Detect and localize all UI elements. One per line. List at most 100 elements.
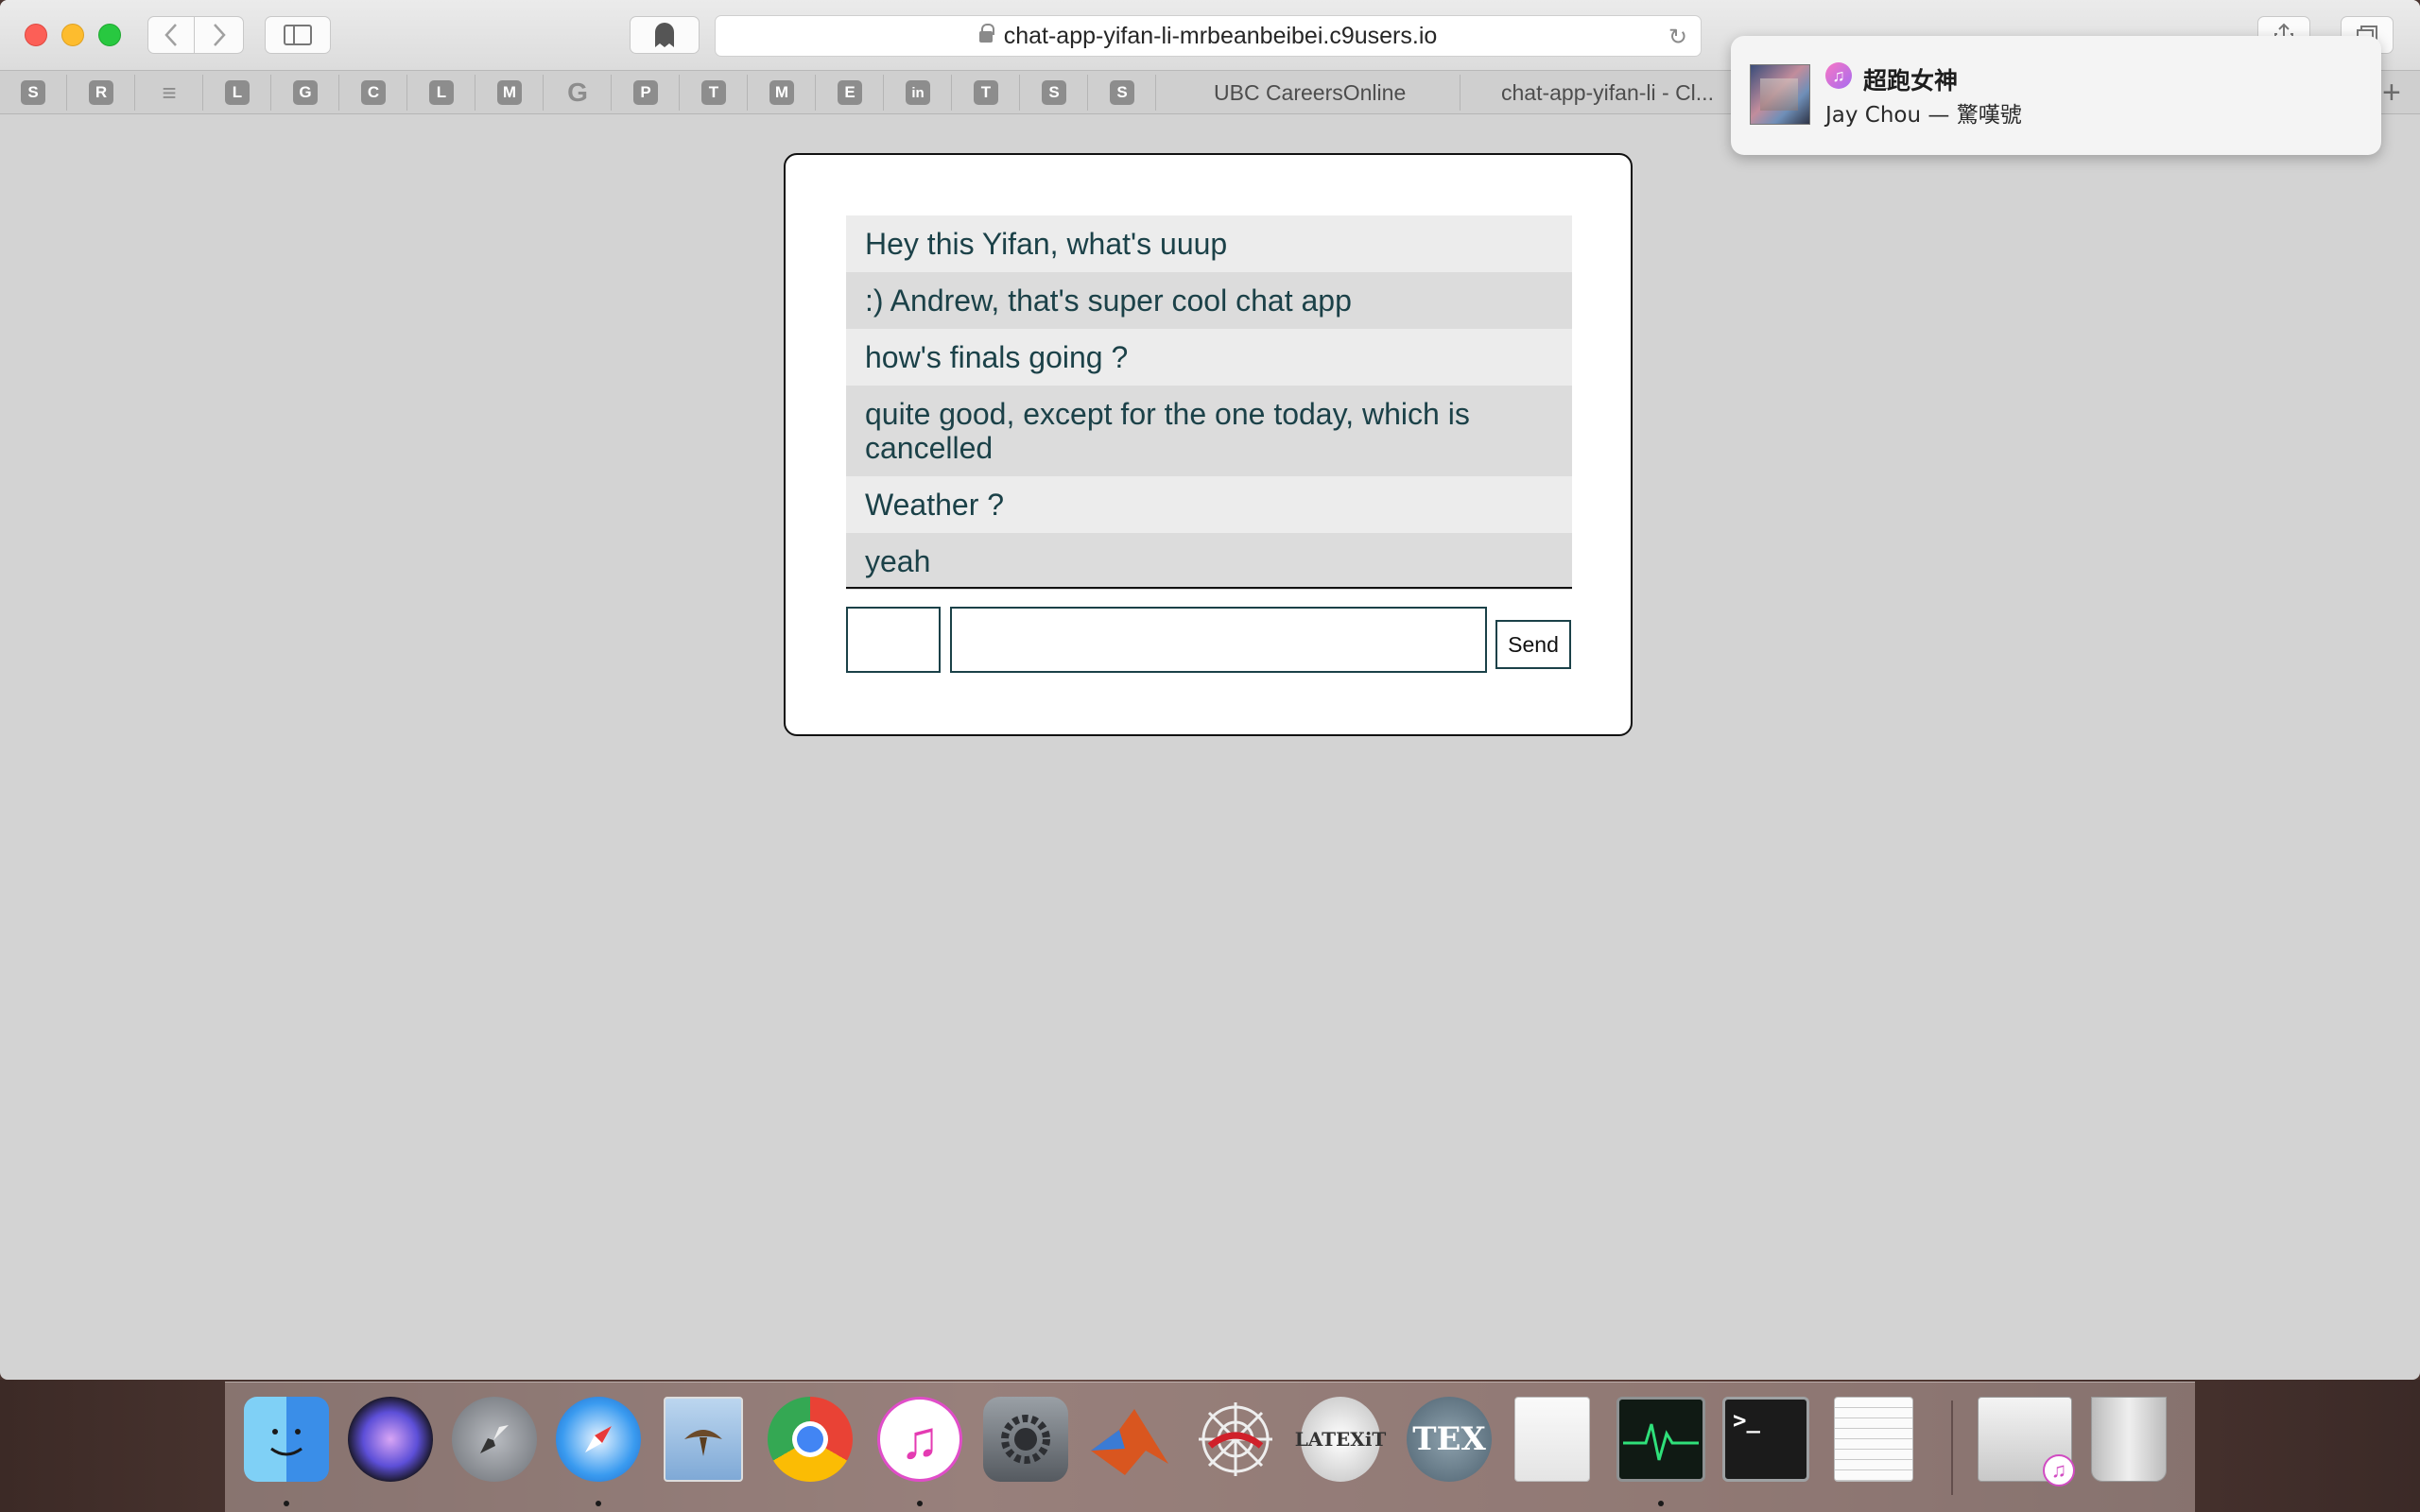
spider-web-icon: [1199, 1402, 1272, 1476]
bookmark-item[interactable]: L: [225, 80, 250, 105]
bookmark-divider: [883, 75, 884, 111]
matlab-icon[interactable]: [1087, 1397, 1172, 1482]
bookmark-item[interactable]: R: [89, 80, 113, 105]
bookmark-divider: [134, 75, 135, 111]
itunes-badge-icon: ♫: [2043, 1454, 2075, 1486]
message-item: Weather ?: [846, 476, 1572, 533]
chat-panel: Hey this Yifan, what's uuup :) Andrew, t…: [784, 153, 1633, 736]
chrome-center: [792, 1421, 828, 1457]
forward-button[interactable]: [195, 16, 244, 54]
bookmark-divider: [270, 75, 271, 111]
music-notification[interactable]: ♫ 超跑女神 Jay Chou — 驚嘆號: [1731, 36, 2381, 155]
close-window-button[interactable]: [25, 24, 47, 46]
system-preferences-icon[interactable]: [983, 1397, 1068, 1482]
trash-icon[interactable]: [2091, 1397, 2167, 1482]
lock-icon: [978, 24, 994, 44]
reload-icon[interactable]: ↻: [1668, 24, 1687, 51]
bookmark-item[interactable]: S: [21, 80, 45, 105]
bookmark-divider: [66, 75, 67, 111]
bookmark-divider: [1155, 75, 1156, 111]
eagle-stamp-icon: [684, 1430, 722, 1456]
extension-button[interactable]: [630, 16, 700, 54]
running-indicator: [284, 1501, 289, 1506]
message-item: Hey this Yifan, what's uuup: [846, 215, 1572, 272]
message-item: quite good, except for the one today, wh…: [846, 386, 1572, 476]
bookmark-item[interactable]: T: [974, 80, 998, 105]
running-indicator: [917, 1501, 923, 1506]
message-input[interactable]: [950, 607, 1487, 673]
bookmark-divider: [202, 75, 203, 111]
finder-face-icon: [270, 1429, 302, 1456]
message-item: :) Andrew, that's super cool chat app: [846, 272, 1572, 329]
screenshot-stack-icon[interactable]: ♫: [1978, 1397, 2075, 1486]
new-tab-button[interactable]: +: [2382, 75, 2401, 112]
send-button[interactable]: Send: [1495, 620, 1571, 669]
message-item: yeah: [846, 533, 1572, 590]
bookmark-divider: [543, 75, 544, 111]
linkedin-icon[interactable]: in: [906, 80, 930, 105]
minimize-window-button[interactable]: [61, 24, 84, 46]
tex-icon[interactable]: TEX: [1407, 1397, 1492, 1482]
message-list: Hey this Yifan, what's uuup :) Andrew, t…: [846, 215, 1572, 590]
bookmark-item[interactable]: M: [769, 80, 794, 105]
bookmark-divider: [951, 75, 952, 111]
gear-icon: [1001, 1415, 1050, 1464]
bookmark-divider: [679, 75, 680, 111]
itunes-icon[interactable]: ♫: [877, 1397, 962, 1482]
browser-window: chat-app-yifan-li-mrbeanbeibei.c9users.i…: [0, 0, 2420, 1380]
document-icon[interactable]: [1514, 1397, 1590, 1482]
bookmark-item[interactable]: L: [429, 80, 454, 105]
textedit-icon[interactable]: [1834, 1397, 1913, 1482]
music-note-icon: ♫: [1825, 62, 1852, 89]
bookmark-item[interactable]: C: [361, 80, 386, 105]
ghostery-icon: [655, 23, 674, 47]
bookmark-item[interactable]: G: [293, 80, 318, 105]
chrome-icon[interactable]: [768, 1397, 853, 1482]
tab-chat-app[interactable]: chat-app-yifan-li - Cl...: [1501, 71, 1714, 114]
activity-monitor-icon[interactable]: [1616, 1397, 1705, 1482]
bookmark-item[interactable]: S: [1042, 80, 1066, 105]
name-input[interactable]: [846, 607, 941, 673]
divider: [846, 587, 1572, 589]
bookmark-divider: [1019, 75, 1020, 111]
google-icon[interactable]: G: [565, 77, 590, 107]
bookmark-item[interactable]: E: [838, 80, 862, 105]
address-bar[interactable]: chat-app-yifan-li-mrbeanbeibei.c9users.i…: [715, 15, 1702, 57]
bookmark-divider: [747, 75, 748, 111]
latexit-icon[interactable]: LATEXiT: [1295, 1397, 1386, 1482]
tab-divider: [1460, 75, 1461, 111]
bookmark-item[interactable]: T: [701, 80, 726, 105]
web-spider-icon[interactable]: [1193, 1397, 1278, 1482]
stackoverflow-icon[interactable]: ≡: [157, 78, 182, 107]
rocket-icon: [480, 1425, 509, 1453]
album-art: [1750, 64, 1810, 125]
compass-icon: [585, 1426, 612, 1452]
chevron-right-icon: [213, 24, 226, 46]
bookmark-item[interactable]: M: [497, 80, 522, 105]
sidebar-toggle-button[interactable]: [265, 16, 331, 54]
mail-icon[interactable]: [664, 1397, 743, 1482]
bookmark-item[interactable]: P: [633, 80, 658, 105]
running-indicator: [1658, 1501, 1664, 1506]
safari-icon[interactable]: [556, 1397, 641, 1482]
chevron-left-icon: [164, 24, 177, 46]
finder-icon[interactable]: [244, 1397, 329, 1482]
bookmark-divider: [338, 75, 339, 111]
launchpad-icon[interactable]: [452, 1397, 537, 1482]
bookmark-item[interactable]: S: [1110, 80, 1134, 105]
running-indicator: [596, 1501, 601, 1506]
bookmark-divider: [611, 75, 612, 111]
back-button[interactable]: [147, 16, 195, 54]
terminal-icon[interactable]: >_: [1722, 1397, 1809, 1482]
url-text: chat-app-yifan-li-mrbeanbeibei.c9users.i…: [1003, 22, 1438, 49]
bookmark-divider: [815, 75, 816, 111]
notification-title: 超跑女神: [1863, 67, 1959, 94]
sidebar-icon: [284, 25, 312, 45]
bookmark-divider: [1087, 75, 1088, 111]
notification-subtitle: Jay Chou — 驚嘆號: [1825, 103, 2022, 128]
siri-icon[interactable]: [348, 1397, 433, 1482]
tab-ubc-careers[interactable]: UBC CareersOnline: [1214, 71, 1406, 114]
dock-separator: [1951, 1400, 1953, 1495]
message-item: how's finals going ?: [846, 329, 1572, 386]
fullscreen-window-button[interactable]: [98, 24, 121, 46]
